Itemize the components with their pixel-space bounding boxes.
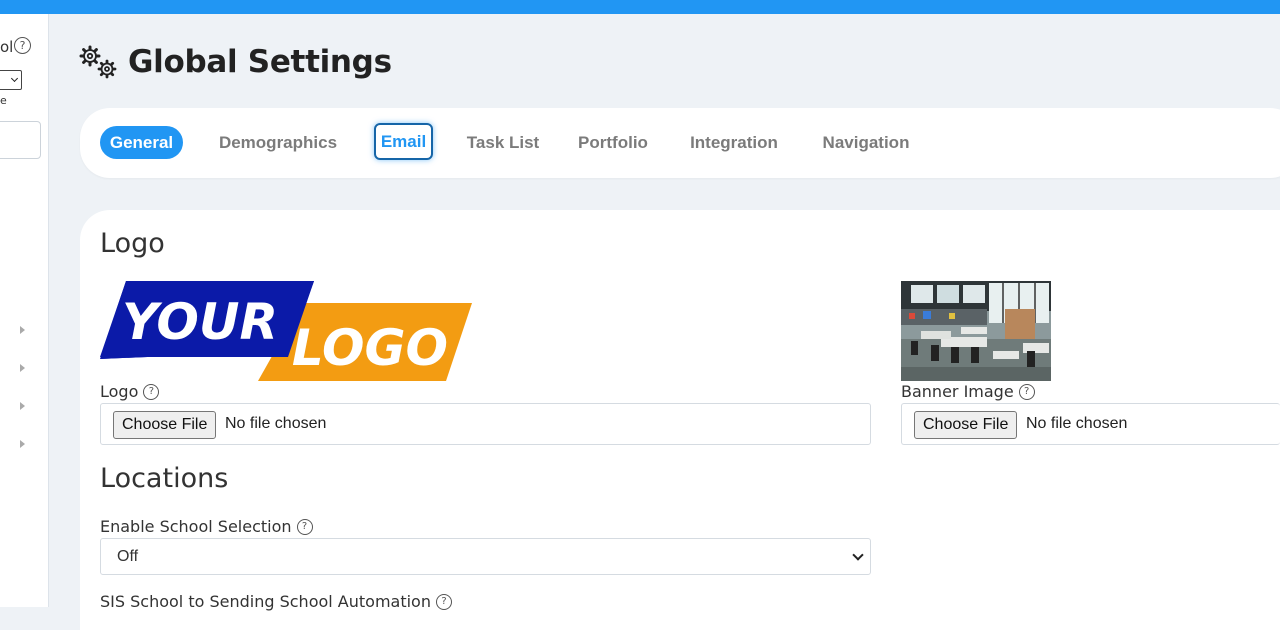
banner-choose-file-button[interactable]: Choose File [914,411,1018,439]
locations-section-title: Locations [100,463,229,494]
tab-navigation[interactable]: Navigation [815,126,917,159]
sidebar-label: ol [0,38,14,56]
logo-text-your: YOUR [122,293,278,351]
sidebar-small-text: e [0,94,7,107]
sidebar-help-icon[interactable]: ? [14,37,31,54]
chevron-down-icon [852,549,864,561]
sidebar: ol ? e [0,14,49,607]
sidebar-expand-icon[interactable] [20,402,25,410]
logo-choose-file-button[interactable]: Choose File [113,411,217,439]
page-title: Global Settings [128,44,392,80]
sidebar-expand-icon[interactable] [20,326,25,334]
school-selection-select[interactable]: Off [100,538,871,575]
sidebar-expand-icon[interactable] [20,440,25,448]
tab-task-list[interactable]: Task List [462,126,544,159]
sis-automation-label: SIS School to Sending School Automation … [100,592,452,611]
tab-demographics[interactable]: Demographics [210,126,346,159]
top-bar [0,0,1280,14]
tab-email[interactable]: Email [374,123,433,160]
sidebar-select[interactable] [0,70,22,90]
logo-file-status: No file chosen [225,415,327,432]
logo-file-input[interactable]: Choose File No file chosen [100,403,871,445]
school-selection-help-icon[interactable]: ? [296,518,313,535]
logo-label: Logo ? [100,382,160,401]
sidebar-input[interactable] [0,121,41,159]
banner-label: Banner Image ? [901,382,1035,401]
banner-help-icon[interactable]: ? [1018,383,1035,400]
page-header: Global Settings [78,42,392,82]
logo-text-logo: LOGO [292,319,448,377]
logo-image: YOUR LOGO [100,281,472,381]
tab-portfolio[interactable]: Portfolio [572,126,654,159]
banner-file-input[interactable]: Choose File No file chosen [901,403,1280,445]
logo-help-icon[interactable]: ? [143,383,160,400]
logo-section-title: Logo [100,228,165,259]
school-selection-value: Off [117,548,139,565]
tab-integration[interactable]: Integration [682,126,786,159]
sis-automation-help-icon[interactable]: ? [435,593,452,610]
banner-image [901,281,1051,381]
gears-icon [79,45,117,79]
school-selection-label: Enable School Selection ? [100,517,313,536]
tab-general[interactable]: General [100,126,183,159]
banner-file-status: No file chosen [1026,415,1128,432]
sidebar-expand-icon[interactable] [20,364,25,372]
